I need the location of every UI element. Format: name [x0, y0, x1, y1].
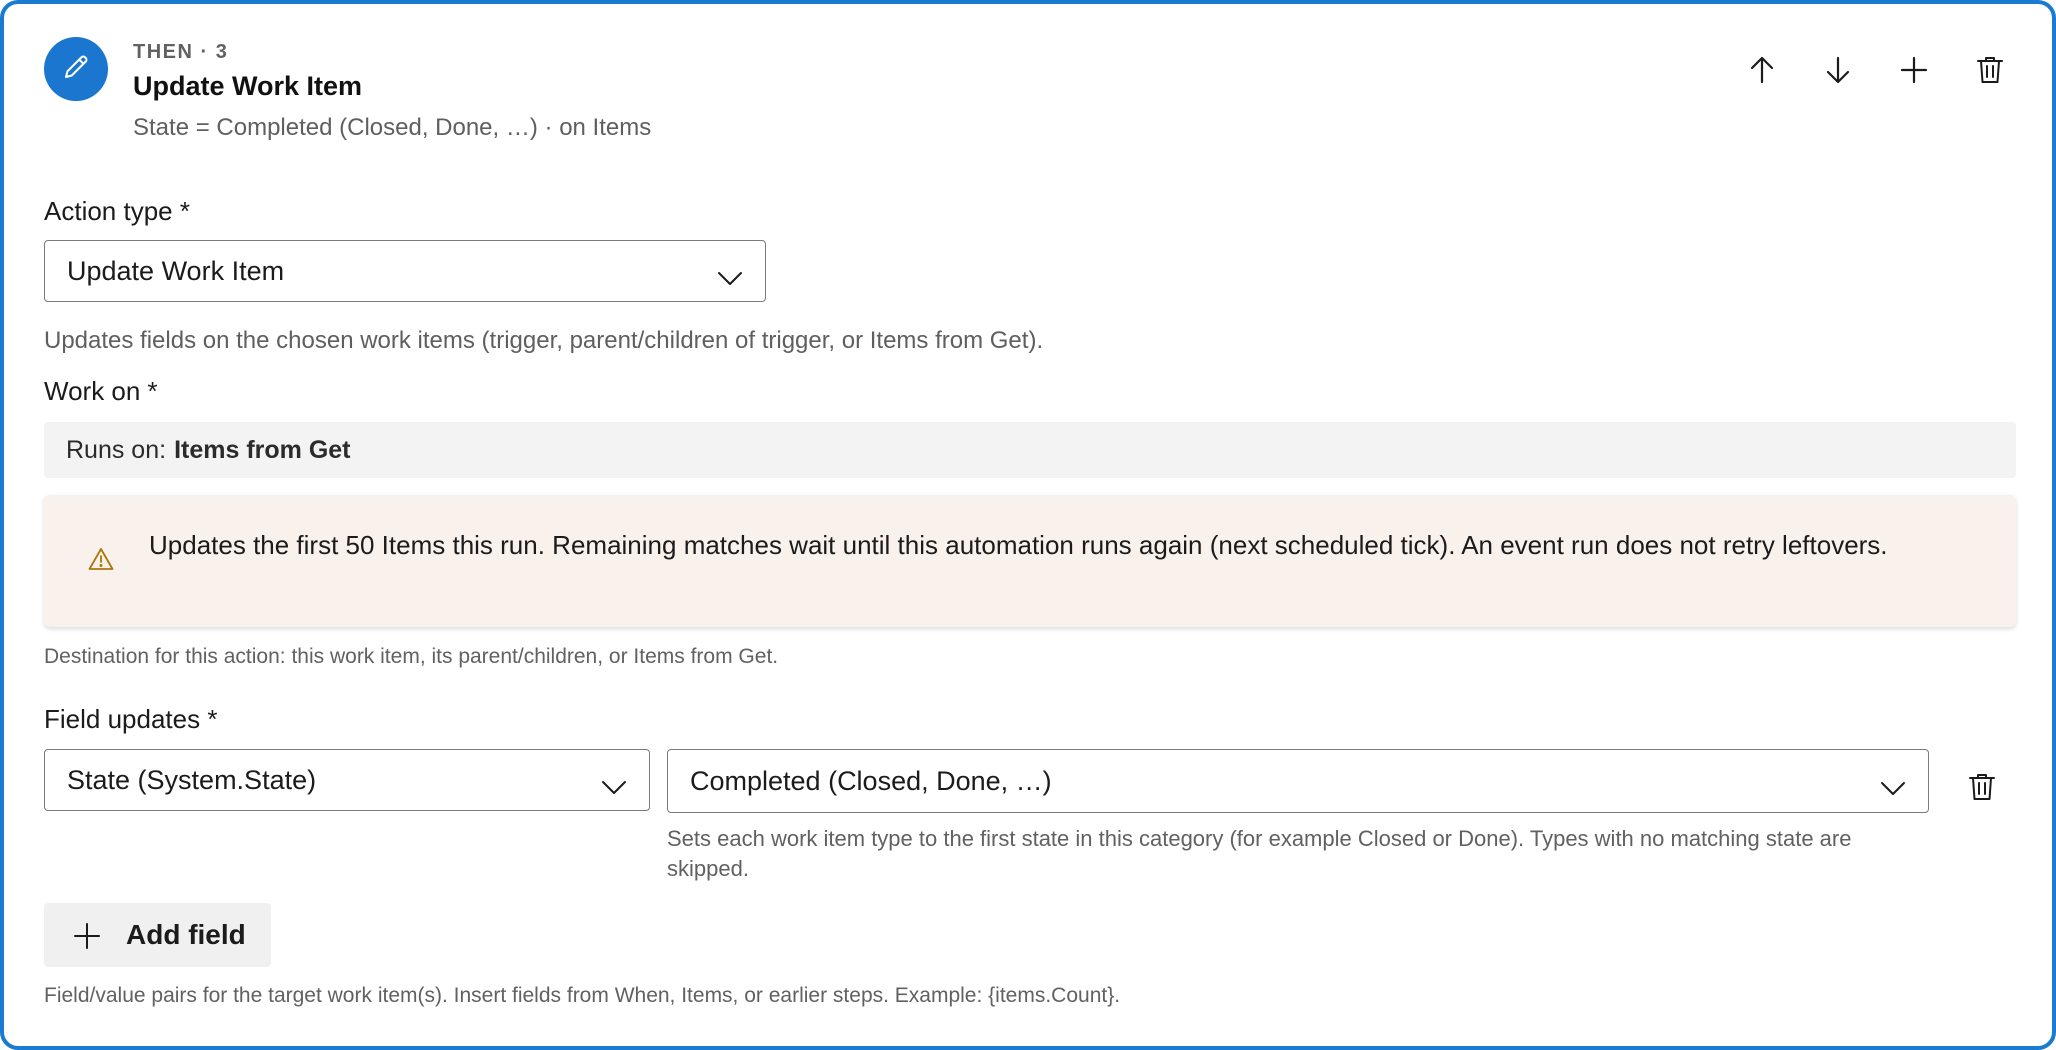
add-step-button[interactable]: [1896, 54, 1932, 90]
value-select[interactable]: Completed (Closed, Done, …): [667, 749, 1929, 813]
add-field-label: Add field: [126, 919, 246, 950]
move-down-button[interactable]: [1820, 54, 1856, 90]
value-help: Sets each work item type to the first st…: [667, 826, 1852, 881]
runs-on-prefix: Runs on:: [66, 435, 167, 464]
delete-field-row-button[interactable]: [1964, 771, 2000, 807]
field-select[interactable]: State (System.State): [44, 749, 650, 811]
warning-text: Updates the first 50 Items this run. Rem…: [149, 530, 1888, 560]
delete-step-button[interactable]: [1972, 54, 2008, 90]
step-summary: State = Completed (Closed, Done, …) · on…: [133, 114, 652, 141]
trash-icon: [1968, 772, 1996, 807]
work-on-help: Destination for this action: this work i…: [44, 645, 779, 668]
field-updates-help: Field/value pairs for the target work it…: [44, 984, 1121, 1007]
step-avatar: [44, 37, 108, 101]
field-select-value: State (System.State): [67, 764, 317, 795]
plus-icon: [1900, 56, 1928, 89]
work-on-label: Work on *: [44, 376, 158, 406]
warning-icon: [88, 547, 114, 576]
field-updates-label: Field updates *: [44, 704, 218, 734]
action-type-help: Updates fields on the chosen work items …: [44, 327, 1044, 354]
trash-icon: [1976, 55, 2004, 90]
runs-on-value: Items from Get: [174, 435, 351, 464]
move-up-button[interactable]: [1744, 54, 1780, 90]
add-field-button[interactable]: Add field: [44, 903, 271, 967]
step-toolbar: [1744, 54, 2008, 90]
plus-icon: [74, 923, 100, 954]
action-type-dropdown[interactable]: Update Work Item: [44, 240, 766, 302]
step-eyebrow: THEN · 3: [133, 41, 229, 63]
action-type-label: Action type *: [44, 196, 190, 226]
runs-on-box: Runs on: Items from Get: [44, 422, 2016, 478]
arrow-down-icon: [1825, 56, 1851, 89]
pencil-icon: [61, 52, 91, 87]
action-type-value: Update Work Item: [67, 255, 285, 286]
chevron-down-icon: [717, 262, 743, 293]
chevron-down-icon: [1880, 772, 1906, 803]
arrow-up-icon: [1749, 56, 1775, 89]
chevron-down-icon: [601, 771, 627, 802]
action-card: THEN · 3 Update Work Item State = Comple…: [0, 0, 2056, 1050]
step-title: Update Work Item: [133, 71, 363, 101]
value-select-value: Completed (Closed, Done, …): [690, 765, 1052, 796]
warning-banner: Updates the first 50 Items this run. Rem…: [44, 495, 2016, 627]
